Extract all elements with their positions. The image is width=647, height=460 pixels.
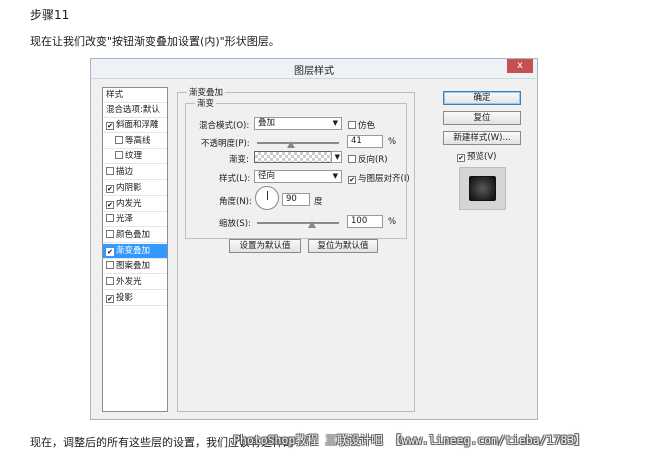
style-item-label: 图案叠加 (116, 261, 151, 272)
scale-percent: % (388, 217, 397, 227)
style-value: 径向 (258, 171, 276, 181)
style-item[interactable]: 颜色叠加 (103, 228, 167, 243)
set-default-button[interactable]: 设置为默认值 (229, 239, 301, 253)
check-icon[interactable] (106, 167, 114, 176)
style-item[interactable]: ✔ 投影 (103, 291, 167, 306)
check-icon[interactable]: ✔ (106, 184, 114, 193)
reverse-label: 反向(R) (358, 155, 388, 165)
reset-button[interactable]: 复位 (443, 111, 521, 125)
gradient-label: 渐变: (229, 155, 249, 165)
intro-text: 现在让我们改变"按钮渐变叠加设置(内)"形状图层。 (30, 35, 280, 48)
style-item-label: 内发光 (116, 198, 142, 209)
check-icon[interactable]: ✔ (106, 200, 114, 209)
style-label: 样式(L): (219, 174, 251, 184)
style-item[interactable]: ✔ 内阴影 (103, 181, 167, 196)
align-check-icon: ✔ (348, 176, 356, 184)
check-icon[interactable] (115, 135, 123, 144)
chevron-down-icon: ▼ (332, 172, 338, 180)
style-item-label: 内阴影 (116, 182, 142, 193)
scale-slider-thumb[interactable] (307, 221, 316, 228)
check-icon[interactable]: ✔ (106, 247, 114, 256)
new-style-button[interactable]: 新建样式(W)... (443, 131, 521, 145)
style-item[interactable]: ✔ 内发光 (103, 197, 167, 212)
opacity-input[interactable]: 41 (347, 135, 383, 148)
check-icon[interactable] (115, 151, 123, 160)
preview-check-icon: ✔ (457, 154, 465, 162)
opacity-slider-track[interactable] (257, 142, 339, 144)
reverse-check-icon (348, 155, 356, 163)
blend-mode-value: 叠加 (258, 118, 276, 128)
align-label: 与图层对齐(I) (358, 174, 410, 184)
opacity-slider-thumb[interactable] (286, 141, 295, 148)
style-item[interactable]: ✔ 渐变叠加 (103, 243, 167, 259)
angle-needle (267, 191, 268, 200)
angle-label: 角度(N): (219, 197, 252, 207)
align-checkbox[interactable]: ✔ 与图层对齐(I) (348, 172, 410, 184)
check-icon[interactable] (106, 261, 114, 270)
blend-options-item[interactable]: 混合选项:默认 (103, 103, 167, 118)
dither-label: 仿色 (358, 121, 376, 131)
preview-checkbox[interactable]: ✔ 预览(V) (457, 150, 496, 162)
opacity-percent: % (388, 137, 397, 147)
panel-subtitle: 渐变 (195, 97, 217, 109)
blend-mode-label: 混合模式(O): (199, 121, 250, 131)
angle-dial[interactable] (255, 186, 279, 210)
style-item[interactable]: 纹理 (103, 149, 167, 165)
style-item[interactable]: 图案叠加 (103, 259, 167, 275)
scale-input[interactable]: 100 (347, 215, 383, 228)
ok-button[interactable]: 确定 (443, 91, 521, 105)
style-item-label: 纹理 (125, 151, 143, 162)
dither-check-icon (348, 121, 356, 129)
scale-slider-track[interactable] (257, 222, 339, 224)
check-icon[interactable]: ✔ (106, 294, 114, 303)
watermark-text: PhotoShop教程 三联设计吧 【www.lineeg.com/tieba/… (233, 433, 586, 447)
style-item-label: 颜色叠加 (116, 229, 151, 240)
style-item-label: 斜面和浮雕 (116, 120, 159, 130)
style-item-label: 等高线 (125, 135, 151, 146)
scale-label: 缩放(S): (219, 219, 251, 229)
gradient-dropdown[interactable]: ▼ (331, 151, 342, 163)
styles-header[interactable]: 样式 (103, 88, 167, 103)
chevron-down-icon: ▼ (334, 153, 340, 161)
style-select[interactable]: 径向 ▼ (254, 170, 342, 183)
reset-default-button[interactable]: 复位为默认值 (308, 239, 378, 253)
check-icon[interactable] (106, 229, 114, 238)
close-icon[interactable]: x (507, 59, 533, 73)
layer-style-dialog: 图层样式 x 样式 混合选项:默认 ✔ 斜面和浮雕 等高线 纹理 描边 ✔ 内阴影 ✔ 内发光光… (90, 58, 538, 420)
degree-unit: 度 (314, 197, 323, 207)
opacity-label: 不透明度(P): (201, 139, 250, 149)
dialog-titlebar: 图层样式 x (91, 59, 537, 79)
step-heading: 步骤11 (30, 8, 70, 22)
blend-mode-select[interactable]: 叠加 ▼ (254, 117, 342, 130)
style-item[interactable]: ✔ 斜面和浮雕 (103, 118, 167, 133)
preview-label: 预览(V) (467, 152, 497, 162)
style-item-label: 投影 (116, 292, 134, 303)
check-icon[interactable] (106, 214, 114, 223)
style-item[interactable]: 描边 (103, 165, 167, 181)
reverse-checkbox[interactable]: 反向(R) (348, 153, 388, 165)
preview-thumbnail (469, 176, 496, 201)
style-item-label: 光泽 (116, 214, 134, 225)
check-icon[interactable] (106, 277, 114, 285)
style-item[interactable]: 等高线 (103, 134, 167, 149)
angle-input[interactable]: 90 (282, 193, 310, 206)
dither-checkbox[interactable]: 仿色 (348, 119, 375, 131)
style-item-label: 外发光 (116, 277, 142, 287)
chevron-down-icon: ▼ (332, 119, 338, 127)
style-item-label: 描边 (116, 167, 134, 178)
styles-list: 样式 混合选项:默认 ✔ 斜面和浮雕 等高线 纹理 描边 ✔ 内阴影 ✔ 内发光 光泽 颜色叠加 ✔ 渐… (102, 87, 168, 412)
gradient-swatch[interactable] (254, 151, 332, 163)
style-item[interactable]: 光泽 (103, 212, 167, 228)
style-item-label: 渐变叠加 (116, 245, 151, 256)
dialog-title: 图层样式 (294, 66, 334, 77)
style-item[interactable]: 外发光 (103, 275, 167, 290)
style-preview (459, 167, 506, 210)
check-icon[interactable]: ✔ (106, 122, 114, 130)
